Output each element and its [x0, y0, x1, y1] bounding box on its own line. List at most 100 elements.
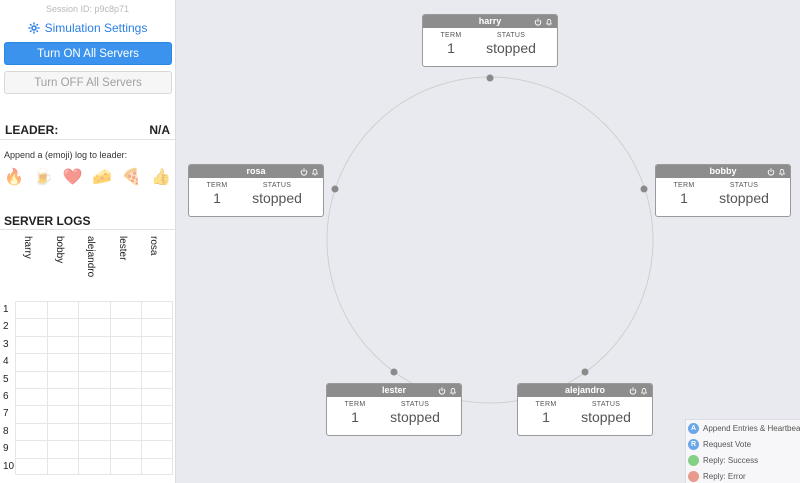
bell-icon[interactable] — [449, 387, 457, 395]
logs-grid: 1 2 3 4 5 6 7 8 9 10 — [0, 301, 176, 475]
log-cell — [109, 405, 141, 423]
server-card-rosa[interactable]: rosa TERM 1 STATUS stopped — [188, 164, 324, 217]
log-cell — [46, 422, 78, 441]
server-name: lester — [381, 385, 407, 395]
log-cell — [78, 335, 110, 354]
server-logs-title: SERVER LOGS — [0, 214, 175, 230]
server-name: harry — [478, 16, 502, 26]
log-row-index: 8 — [3, 425, 9, 437]
log-cell — [78, 370, 110, 388]
log-cell — [46, 318, 78, 336]
log-row: 1 — [0, 301, 176, 319]
log-cell — [141, 440, 173, 458]
server-name: alejandro — [564, 385, 605, 395]
legend-dot: R — [688, 438, 699, 450]
bell-icon[interactable] — [640, 387, 648, 395]
power-icon[interactable] — [438, 386, 446, 395]
fire-emoji-button[interactable]: 🔥 — [4, 167, 24, 187]
log-cell — [78, 422, 110, 441]
log-cell — [46, 387, 78, 406]
log-row-index: 6 — [3, 390, 9, 402]
log-column-header: lester — [116, 236, 128, 261]
simulation-settings-link[interactable]: Simulation Settings — [0, 21, 175, 35]
log-row: 8 — [0, 422, 176, 441]
log-column-header: bobby — [53, 236, 65, 264]
term-value: 1 — [351, 409, 359, 425]
power-icon[interactable] — [300, 167, 308, 176]
log-cell — [15, 370, 47, 388]
server-card-alejandro[interactable]: alejandro TERM 1 STATUS stopped — [517, 383, 653, 436]
turn-on-all-servers-button[interactable]: Turn ON All Servers — [4, 42, 172, 65]
ring-node-alejandro — [581, 368, 589, 376]
simulation-settings-label: Simulation Settings — [44, 21, 148, 35]
turn-off-all-servers-button[interactable]: Turn OFF All Servers — [4, 71, 172, 94]
term-label: TERM — [673, 182, 695, 189]
status-label: STATUS — [262, 182, 292, 189]
log-cell — [141, 387, 173, 406]
log-row-index: 5 — [3, 373, 9, 385]
log-cell — [109, 440, 141, 458]
log-column-header: rosa — [148, 236, 159, 256]
power-icon[interactable] — [534, 17, 542, 26]
log-row: 9 — [0, 440, 176, 458]
status-value: stopped — [719, 190, 769, 206]
server-header: bobby — [656, 165, 790, 178]
ring-circle — [326, 76, 654, 404]
legend-label: Request Vote — [703, 439, 752, 449]
bell-icon[interactable] — [545, 18, 553, 26]
log-cell — [46, 457, 78, 475]
message-legend: A Append Entries & Heartbeat R Request V… — [685, 419, 800, 483]
session-id: Session ID: p9c8p71 — [45, 4, 130, 14]
thumbs-up-emoji-button[interactable]: 👍 — [151, 167, 171, 187]
legend-item-request-vote: R Request Vote — [686, 436, 800, 452]
legend-item-reply-success: Reply: Success — [686, 452, 800, 468]
ring-node-rosa — [331, 185, 339, 193]
status-label: STATUS — [400, 401, 430, 408]
log-cell — [15, 318, 47, 336]
log-cell — [109, 301, 141, 319]
legend-item-reply-error: Reply: Error — [686, 468, 800, 483]
log-cell — [46, 301, 78, 319]
log-cell — [78, 318, 110, 336]
log-cell — [78, 457, 110, 475]
term-value: 1 — [680, 190, 688, 206]
log-row-index: 10 — [3, 460, 15, 472]
heart-emoji-button[interactable]: ❤️ — [63, 167, 83, 187]
log-row: 4 — [0, 353, 176, 371]
log-cell — [141, 301, 173, 319]
log-cell — [78, 387, 110, 406]
log-cell — [109, 353, 141, 371]
server-header: alejandro — [518, 384, 652, 397]
log-row-index: 2 — [3, 321, 9, 333]
log-cell — [109, 387, 141, 406]
server-card-bobby[interactable]: bobby TERM 1 STATUS stopped — [655, 164, 791, 217]
power-icon[interactable] — [629, 386, 637, 395]
bell-icon[interactable] — [311, 168, 319, 176]
log-cell — [78, 405, 110, 423]
bell-icon[interactable] — [778, 168, 786, 176]
log-cell — [46, 440, 78, 458]
leader-row: LEADER: N/A — [0, 120, 175, 140]
power-icon[interactable] — [767, 167, 775, 176]
status-value: stopped — [486, 40, 536, 56]
pizza-emoji-button[interactable]: 🍕 — [122, 167, 142, 187]
server-card-lester[interactable]: lester TERM 1 STATUS stopped — [326, 383, 462, 436]
ring-node-bobby — [640, 185, 648, 193]
ring-node-harry — [486, 74, 494, 82]
log-cell — [15, 335, 47, 354]
log-cell — [15, 405, 47, 423]
status-value: stopped — [581, 409, 631, 425]
cheese-emoji-button[interactable]: 🧀 — [92, 167, 112, 187]
beer-emoji-button[interactable]: 🍺 — [33, 167, 53, 187]
status-label: STATUS — [591, 401, 621, 408]
gear-icon — [28, 22, 40, 34]
log-row: 7 — [0, 405, 176, 423]
emoji-row: 🔥 🍺 ❤️ 🧀 🍕 👍 — [0, 167, 175, 187]
ring-node-lester — [390, 368, 398, 376]
log-cell — [109, 422, 141, 441]
log-cell — [46, 335, 78, 354]
log-cell — [141, 370, 173, 388]
server-card-harry[interactable]: harry TERM 1 STATUS stopped — [422, 14, 558, 67]
log-cell — [109, 370, 141, 388]
log-row-index: 7 — [3, 408, 9, 420]
